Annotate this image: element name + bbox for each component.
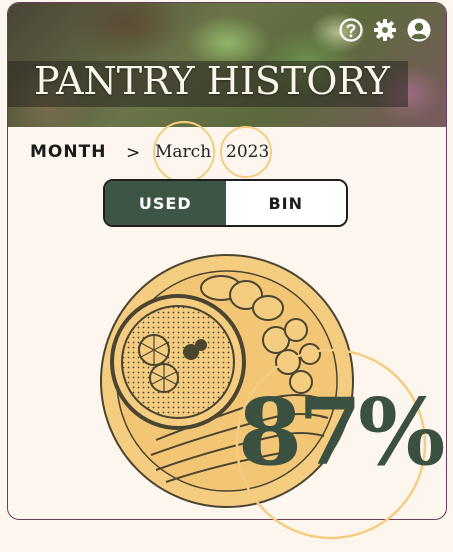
month-highlight-ring: [153, 121, 215, 183]
hero-banner: PANTRY HISTORY: [8, 3, 446, 127]
breadcrumb-level-label: MONTH: [30, 142, 107, 162]
year-highlight-ring: [220, 126, 272, 178]
tab-used[interactable]: USED: [105, 181, 226, 225]
help-icon[interactable]: [338, 17, 364, 43]
used-percentage: 87%: [238, 378, 445, 486]
header-actions: [338, 17, 432, 43]
used-bin-toggle: USED BIN: [103, 179, 348, 227]
gear-icon[interactable]: [372, 17, 398, 43]
profile-icon[interactable]: [406, 17, 432, 43]
breadcrumb-separator: >: [126, 143, 141, 163]
page-title: PANTRY HISTORY: [34, 59, 390, 103]
tab-bin[interactable]: BIN: [225, 181, 346, 225]
